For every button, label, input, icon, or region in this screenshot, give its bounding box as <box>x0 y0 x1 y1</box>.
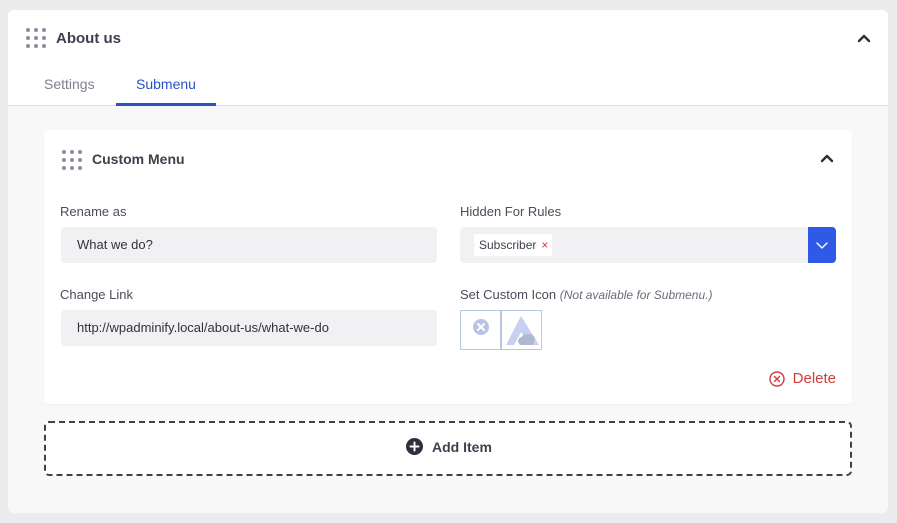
add-item-label: Add Item <box>432 438 492 455</box>
chevron-down-icon <box>816 242 828 249</box>
icon-picker-button[interactable] <box>501 310 542 350</box>
tabs-bar: Settings Submenu <box>8 66 888 106</box>
hidden-rules-label: Hidden For Rules <box>460 204 562 219</box>
drag-handle-icon[interactable] <box>62 150 82 170</box>
change-link-label: Change Link <box>60 287 133 302</box>
select-dropdown-button[interactable] <box>808 227 836 263</box>
clear-icon <box>473 319 489 335</box>
card-title: Custom Menu <box>92 151 185 167</box>
hidden-rules-select[interactable]: Subscriber × <box>460 227 836 263</box>
delete-button[interactable]: Delete <box>768 370 836 387</box>
custom-icon-label-text: Set Custom Icon <box>460 287 557 302</box>
cloud-logo-icon <box>506 316 539 345</box>
custom-menu-card: Custom Menu Rename as Hidden For Rules S… <box>44 130 852 404</box>
custom-icon-label: Set Custom Icon (Not available for Subme… <box>460 287 712 302</box>
about-us-header[interactable]: About us <box>8 10 888 66</box>
custom-icon-note: (Not available for Submenu.) <box>559 288 713 302</box>
about-us-panel: About us Settings Submenu Custom Menu Re… <box>8 10 888 513</box>
close-circle-icon <box>768 370 785 387</box>
delete-label: Delete <box>792 370 836 387</box>
role-tag: Subscriber × <box>474 234 553 256</box>
drag-handle-icon[interactable] <box>26 28 46 48</box>
tab-settings[interactable]: Settings <box>44 76 95 92</box>
chevron-up-icon[interactable] <box>820 151 834 165</box>
tab-submenu[interactable]: Submenu <box>136 76 196 92</box>
remove-tag-icon[interactable]: × <box>541 234 548 256</box>
rename-label: Rename as <box>60 204 127 219</box>
rename-input[interactable] <box>61 227 437 263</box>
panel-title: About us <box>56 30 121 47</box>
active-tab-indicator <box>116 103 216 106</box>
clear-icon-button[interactable] <box>460 310 501 350</box>
change-link-input[interactable] <box>61 310 437 346</box>
chevron-up-icon[interactable] <box>857 31 871 45</box>
add-item-button[interactable]: Add Item <box>44 421 852 476</box>
role-tag-label: Subscriber <box>479 238 537 252</box>
plus-circle-icon <box>406 438 423 455</box>
